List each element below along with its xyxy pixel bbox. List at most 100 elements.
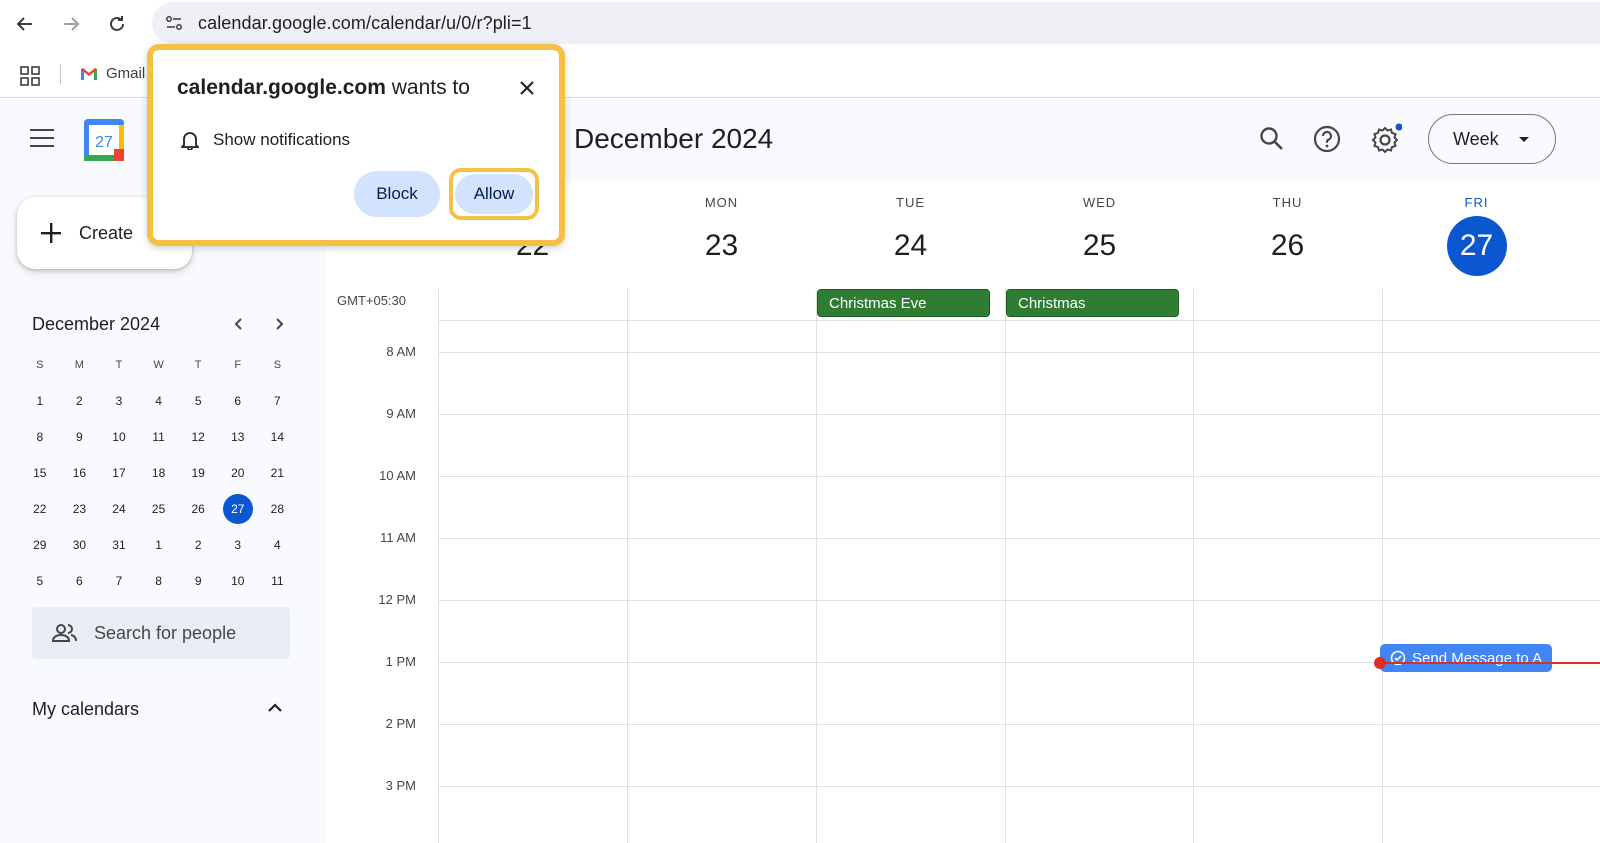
day-number[interactable]: 23 [692,216,752,276]
chevron-left-icon[interactable] [232,315,246,336]
mini-day[interactable]: 3 [99,383,139,419]
mini-day[interactable]: 19 [178,455,218,491]
day-column-divider [627,289,628,843]
mini-day-today[interactable]: 27 [218,491,258,527]
day-number[interactable]: 27 [1446,216,1507,276]
mini-day[interactable]: 7 [258,383,298,419]
mini-day-number: 6 [234,394,242,408]
reload-icon[interactable] [102,9,132,39]
view-switcher-button[interactable]: Week [1428,114,1556,164]
search-people-placeholder: Search for people [94,622,237,643]
search-icon[interactable] [1256,123,1288,155]
mini-day-number: 31 [112,538,126,552]
hour-line [438,414,1600,415]
day-number[interactable]: 24 [881,216,941,276]
mini-day[interactable]: 24 [99,491,139,527]
mini-day[interactable]: 14 [258,419,298,455]
mini-day[interactable]: 3 [218,527,258,563]
address-bar[interactable]: calendar.google.com/calendar/u/0/r?pli=1 [152,2,1600,44]
mini-calendar-grid: S M T W T F S 1 2 3 4 5 6 7 8 9 10 11 12 13 14 15 16 17 18 19 20 21… [20,347,298,599]
mini-day[interactable]: 6 [218,383,258,419]
day-column-divider [816,289,817,843]
mini-day[interactable]: 31 [99,527,139,563]
time-label: 12 PM [378,592,416,607]
mini-dow-label: S [273,359,282,371]
day-header-thu[interactable]: THU 26 [1193,195,1382,276]
mini-day-number: 21 [270,466,285,480]
mini-day-number: 10 [231,574,245,588]
all-day-event[interactable]: Christmas Eve [817,289,990,317]
mini-day-number: 5 [194,394,202,408]
mini-day[interactable]: 1 [139,527,179,563]
day-header-tue[interactable]: TUE 24 [816,195,1005,276]
mini-day[interactable]: 18 [139,455,179,491]
calendar-event[interactable]: Send Message to A [1380,644,1552,672]
hour-line [438,476,1600,477]
mini-day[interactable]: 26 [178,491,218,527]
mini-day[interactable]: 23 [60,491,100,527]
mini-day-number: 1 [36,394,44,408]
forward-icon[interactable] [56,9,86,39]
mini-day[interactable]: 9 [178,563,218,599]
mini-day[interactable]: 15 [20,455,60,491]
day-header-fri[interactable]: FRI 27 [1382,195,1571,276]
url-text[interactable]: calendar.google.com/calendar/u/0/r?pli=1 [198,13,532,34]
view-label: Week [1453,128,1499,149]
mini-day-number: 11 [271,574,284,588]
calendar-logo-icon[interactable]: 27 [84,119,124,161]
chevron-up-icon[interactable] [266,699,284,722]
mini-day[interactable]: 29 [20,527,60,563]
mini-day[interactable]: 1 [20,383,60,419]
mini-day[interactable]: 11 [139,419,179,455]
mini-day[interactable]: 25 [139,491,179,527]
my-calendars-heading[interactable]: My calendars [32,699,139,720]
mini-day-number: 24 [112,502,126,516]
back-icon[interactable] [10,9,40,39]
mini-day[interactable]: 16 [60,455,100,491]
browser-toolbar: calendar.google.com/calendar/u/0/r?pli=1 [0,0,1600,46]
mini-day[interactable]: 10 [99,419,139,455]
mini-day-number: 12 [191,430,205,444]
help-icon[interactable] [1311,123,1343,155]
day-header-wed[interactable]: WED 25 [1005,195,1194,276]
mini-day[interactable]: 2 [178,527,218,563]
mini-day[interactable]: 8 [139,563,179,599]
mini-day-number: 9 [194,574,202,588]
mini-day[interactable]: 4 [139,383,179,419]
day-column-divider [1382,289,1383,843]
mini-day[interactable]: 11 [258,563,298,599]
permission-popup: calendar.google.com wants to Show notifi… [147,44,565,246]
mini-day[interactable]: 5 [20,563,60,599]
allow-button[interactable]: Allow [455,174,533,214]
apps-grid-icon[interactable] [20,66,40,91]
mini-day[interactable]: 21 [258,455,298,491]
mini-day[interactable]: 22 [20,491,60,527]
chevron-right-icon[interactable] [272,315,286,336]
close-icon[interactable] [513,74,541,102]
mini-day[interactable]: 28 [258,491,298,527]
all-day-event[interactable]: Christmas [1006,289,1179,317]
bookmark-gmail[interactable]: Gmail [80,65,145,82]
mini-day[interactable]: 4 [258,527,298,563]
mini-day[interactable]: 20 [218,455,258,491]
site-settings-icon[interactable] [164,13,184,33]
settings-icon[interactable] [1370,123,1402,155]
mini-day[interactable]: 10 [218,563,258,599]
block-button[interactable]: Block [354,171,440,217]
search-people-input[interactable]: Search for people [32,607,290,659]
mini-day-number: 28 [270,502,285,516]
mini-day[interactable]: 17 [99,455,139,491]
main-menu-icon[interactable] [30,129,54,152]
mini-day[interactable]: 30 [60,527,100,563]
mini-day[interactable]: 6 [60,563,100,599]
mini-day[interactable]: 8 [20,419,60,455]
mini-day[interactable]: 2 [60,383,100,419]
mini-day[interactable]: 9 [60,419,100,455]
mini-day[interactable]: 5 [178,383,218,419]
mini-day[interactable]: 13 [218,419,258,455]
mini-day[interactable]: 12 [178,419,218,455]
day-header-mon[interactable]: MON 23 [627,195,816,276]
day-number[interactable]: 25 [1070,216,1130,276]
day-number[interactable]: 26 [1258,216,1318,276]
mini-day[interactable]: 7 [99,563,139,599]
